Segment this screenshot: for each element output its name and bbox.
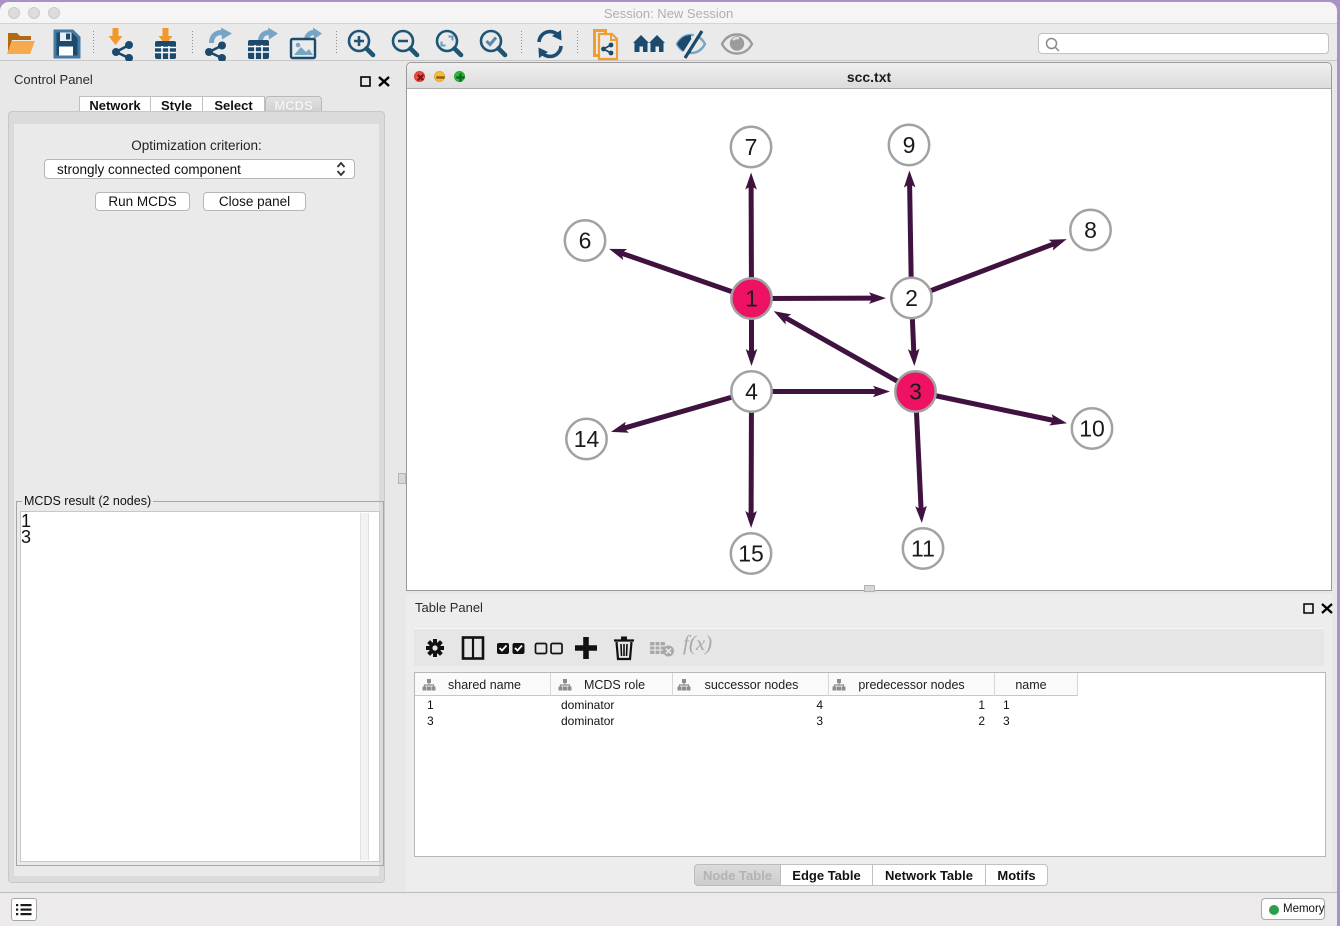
svg-text:4: 4 [745, 379, 758, 405]
svg-text:8: 8 [1084, 217, 1097, 243]
svg-text:3: 3 [909, 379, 922, 405]
svg-text:2: 2 [905, 285, 918, 311]
svg-text:6: 6 [579, 228, 592, 254]
svg-text:9: 9 [903, 132, 916, 158]
svg-text:14: 14 [574, 426, 600, 452]
svg-text:10: 10 [1079, 416, 1105, 442]
svg-text:15: 15 [738, 541, 764, 567]
svg-text:7: 7 [745, 134, 758, 160]
svg-text:1: 1 [745, 286, 758, 312]
svg-text:11: 11 [911, 536, 935, 562]
